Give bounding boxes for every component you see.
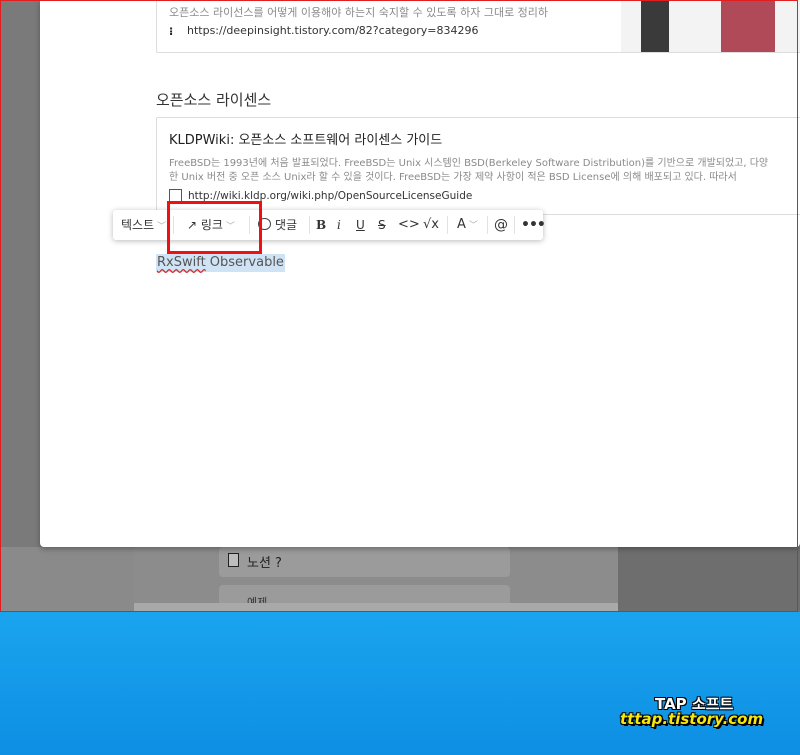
card-title: KLDPWiki: 오픈소스 소프트웨어 라이센스 가이드: [169, 133, 443, 148]
thumbnail-person: [641, 0, 669, 52]
misspelled-word: RxSwift: [157, 255, 206, 270]
tistory-icon: ⁝: [169, 25, 174, 38]
desktop-background: [0, 612, 800, 755]
thumbnail-hand: [779, 0, 795, 1]
text-color-dropdown[interactable]: A ﹀: [457, 210, 478, 240]
watermark-url: tttap.tistory.com: [620, 710, 764, 728]
text-style-dropdown[interactable]: 텍스트 ﹀: [121, 210, 166, 240]
link-preview-card-deepinsight[interactable]: 오픈소스 라이선스를 어떻게 이용해야 하는지 숙지할 수 있도록 하자 그대로…: [156, 0, 800, 53]
text-style-label: 텍스트: [121, 218, 155, 232]
selected-text-rest: Observable: [205, 255, 284, 270]
toolbar-divider: [447, 216, 448, 234]
chevron-down-icon: ﹀: [468, 221, 478, 231]
section-heading[interactable]: 오픈소스 라이센스: [156, 89, 271, 110]
horizontal-scrollbar[interactable]: [134, 603, 618, 612]
toolbar-divider: [309, 216, 310, 234]
chevron-down-icon: ﹀: [157, 222, 167, 232]
background-item-label: 노션 ?: [247, 556, 282, 571]
bold-button[interactable]: B: [316, 210, 326, 240]
more-options-button[interactable]: •••: [521, 210, 546, 240]
card-url-row: ⁝ https://deepinsight.tistory.com/82?cate…: [169, 24, 479, 38]
comment-label: 댓글: [275, 218, 298, 232]
card-description-line2: 한 Unix 버전 중 오픈 소스 Unix라 할 수 있을 것이다. Free…: [169, 172, 737, 183]
italic-button[interactable]: i: [337, 210, 341, 240]
editor-modal: 오픈소스 라이선스를 어떻게 이용해야 하는지 숙지할 수 있도록 하자 그대로…: [40, 0, 800, 547]
card-thumbnail: [621, 0, 800, 52]
strikethrough-button[interactable]: S: [378, 210, 386, 240]
background-list-item-notion[interactable]: 노션 ?: [219, 547, 510, 577]
mention-button[interactable]: @: [494, 210, 508, 240]
math-button[interactable]: √x: [423, 210, 439, 240]
card-url: https://deepinsight.tistory.com/82?categ…: [187, 24, 479, 37]
card-description: 오픈소스 라이선스를 어떻게 이용해야 하는지 숙지할 수 있도록 하자 그대로…: [169, 6, 549, 19]
selected-text[interactable]: RxSwift Observable: [156, 254, 285, 272]
toolbar-divider: [487, 216, 488, 234]
toolbar-divider: [514, 216, 515, 234]
background-right-area: [618, 547, 800, 612]
text-color-icon: A: [457, 217, 466, 232]
comment-button[interactable]: 댓글: [258, 210, 297, 240]
document-icon: [228, 553, 239, 567]
annotation-highlight-box: [167, 201, 262, 254]
background-left-area: [0, 547, 134, 612]
card-description-line1: FreeBSD는 1993년에 처음 발표되었다. FreeBSD는 Unix …: [169, 158, 769, 169]
thumbnail-person: [721, 0, 775, 52]
underline-button[interactable]: U: [356, 210, 365, 240]
code-button[interactable]: <>: [398, 210, 420, 240]
